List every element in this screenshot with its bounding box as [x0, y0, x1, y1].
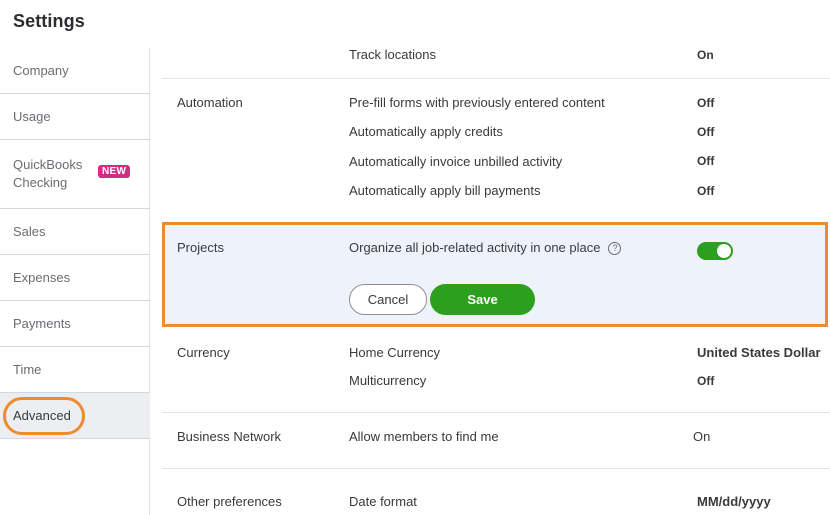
business-network-section-title: Business Network: [177, 429, 282, 444]
sidebar-item-time[interactable]: Time: [0, 347, 150, 393]
business-network-label: Allow members to find me: [349, 429, 499, 444]
automation-row-label: Automatically apply credits: [349, 124, 503, 139]
sidebar-item-label: Usage: [13, 109, 51, 124]
sidebar-item-label: Company: [13, 63, 69, 78]
cancel-button[interactable]: Cancel: [349, 284, 427, 315]
divider: [162, 78, 830, 79]
sidebar-item-usage[interactable]: Usage: [0, 94, 150, 140]
automation-section-title: Automation: [177, 95, 243, 110]
settings-content: Track locations On Automation Pre-fill f…: [150, 0, 830, 515]
sidebar-item-expenses[interactable]: Expenses: [0, 255, 150, 301]
currency-section-title: Currency: [177, 345, 230, 360]
sidebar-item-company[interactable]: Company: [0, 48, 150, 94]
other-preferences-section-title: Other preferences: [177, 494, 282, 509]
divider: [162, 412, 830, 413]
sidebar-item-quickbooks-checking[interactable]: QuickBooks Checking NEW: [0, 140, 150, 209]
sidebar-item-payments[interactable]: Payments: [0, 301, 150, 347]
page-title: Settings: [13, 11, 85, 31]
toggle-knob: [717, 244, 731, 258]
currency-row-value: United States Dollar: [697, 345, 821, 360]
automation-row-value: Off: [697, 184, 715, 198]
projects-section-title: Projects: [177, 240, 224, 255]
automation-row-value: Off: [697, 125, 715, 139]
currency-row-value: Off: [697, 374, 715, 388]
sidebar-item-sales[interactable]: Sales: [0, 209, 150, 255]
sidebar-item-label-line1: QuickBooks: [13, 157, 83, 172]
projects-toggle[interactable]: [697, 242, 733, 260]
projects-setting-label: Organize all job-related activity in one…: [349, 240, 622, 255]
track-locations-label: Track locations: [349, 47, 436, 62]
automation-row-label: Automatically invoice unbilled activity: [349, 154, 563, 169]
sidebar-item-label: Payments: [13, 316, 71, 331]
new-badge: NEW: [98, 165, 131, 178]
sidebar-item-label-line2: Checking: [13, 175, 68, 190]
sidebar-item-advanced[interactable]: Advanced: [0, 393, 150, 439]
sidebar-item-label: Time: [13, 362, 42, 377]
business-network-value: On: [693, 429, 711, 444]
automation-row-value: Off: [697, 154, 715, 168]
help-icon[interactable]: ?: [608, 241, 622, 255]
automation-row-label: Automatically apply bill payments: [349, 183, 541, 198]
automation-row-value: Off: [697, 96, 715, 110]
projects-setting-text: Organize all job-related activity in one…: [349, 240, 601, 255]
sidebar-item-label: Advanced: [13, 408, 71, 423]
sidebar-item-label: Sales: [13, 224, 46, 239]
automation-row-label: Pre-fill forms with previously entered c…: [349, 95, 605, 110]
sidebar-item-label: Expenses: [13, 270, 71, 285]
date-format-label: Date format: [349, 494, 417, 509]
currency-row-label: Multicurrency: [349, 373, 427, 388]
date-format-value: MM/dd/yyyy: [697, 494, 771, 509]
divider: [162, 468, 830, 469]
currency-row-label: Home Currency: [349, 345, 441, 360]
settings-sidebar: Company Usage QuickBooks Checking NEW Sa…: [0, 48, 150, 515]
track-locations-value: On: [697, 48, 714, 62]
save-button[interactable]: Save: [430, 284, 535, 315]
sidebar-item-label: QuickBooks Checking: [13, 156, 82, 192]
